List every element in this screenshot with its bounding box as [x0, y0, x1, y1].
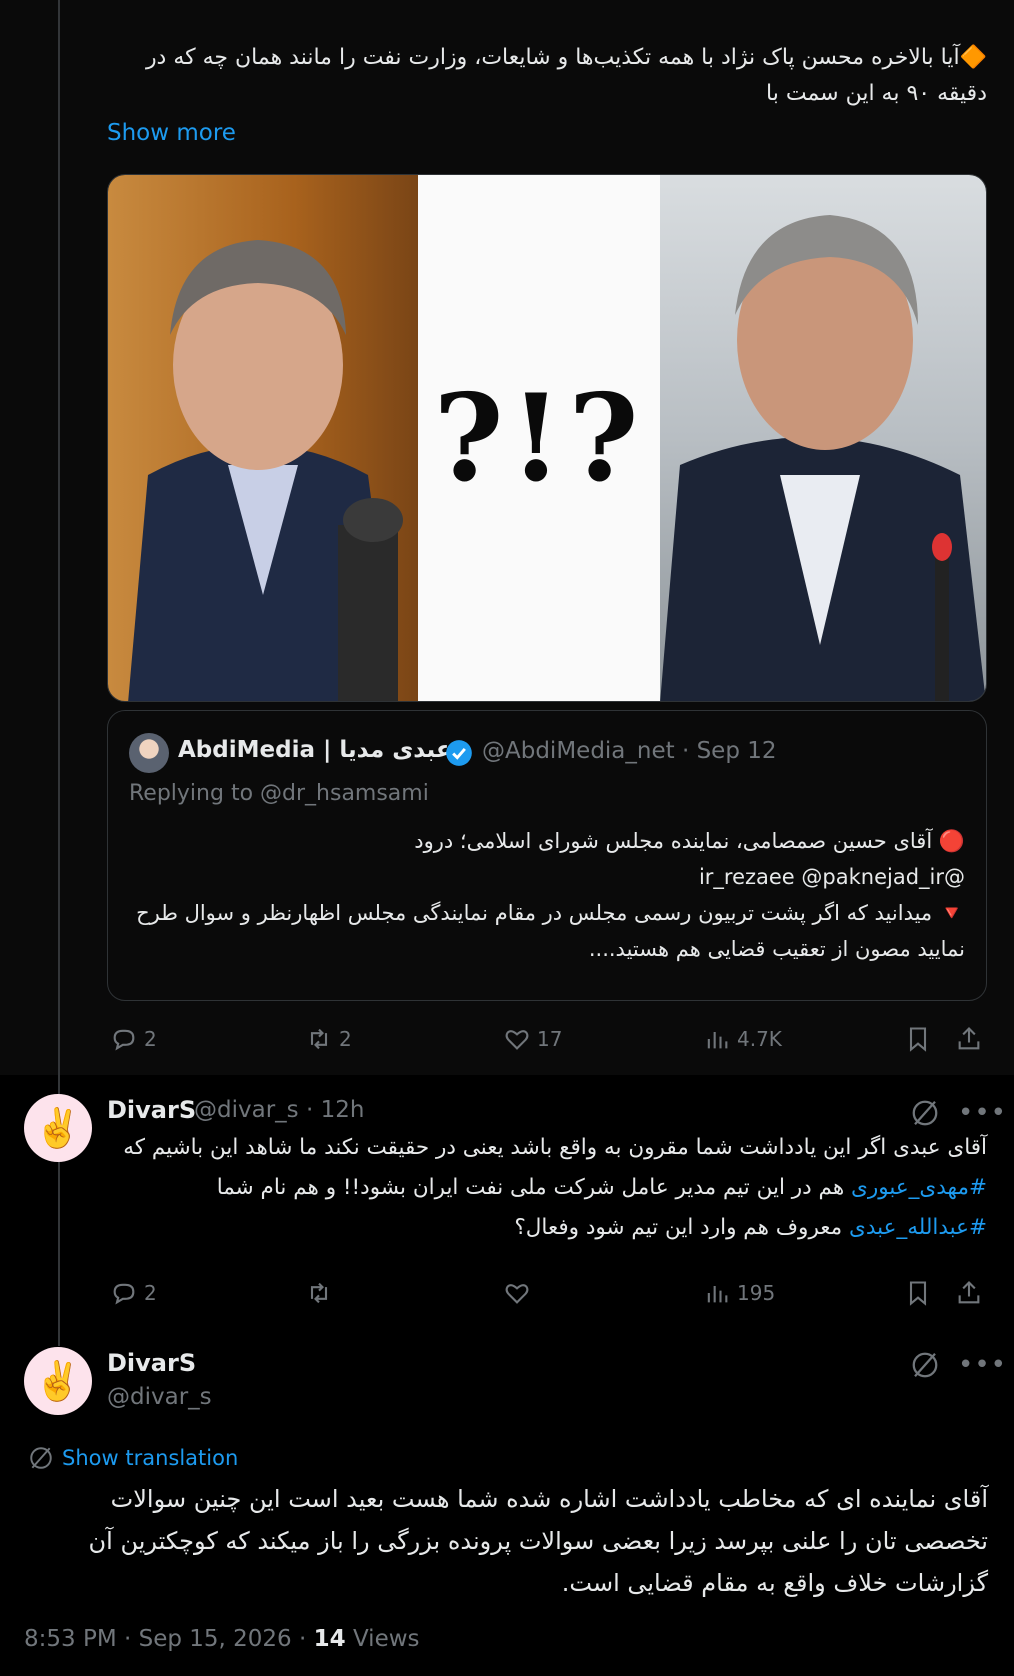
- text-segment: هم در این تیم مدیر عامل شرکت ملی نفت ایر…: [216, 1175, 852, 1200]
- reply-button[interactable]: 2: [110, 1021, 157, 1057]
- views-icon: [707, 1032, 728, 1049]
- quoted-tweet-card[interactable]: AbdiMedia | عبدی مدیا @AbdiMedia_net · S…: [107, 710, 987, 1001]
- hashtag-link[interactable]: #عبدالله_عبدی: [849, 1215, 987, 1240]
- main-tweet-text: آقای نماینده ای که مخاطب یادداشت اشاره ش…: [88, 1485, 988, 1597]
- punctuation-panel: ?!?: [418, 175, 660, 701]
- quote-line: 🔻 میدانید که اگر پشت تربیون رسمی مجلس در…: [136, 901, 965, 961]
- punctuation-text: ?!?: [433, 367, 645, 509]
- views-button[interactable]: 4.7K: [703, 1021, 782, 1057]
- replying-to: Replying to @dr_hsamsami: [129, 781, 429, 806]
- grok-icon[interactable]: [910, 1098, 940, 1128]
- share-icon: [958, 1027, 980, 1050]
- views-count: 195: [737, 1281, 776, 1305]
- reply-count: 2: [144, 1281, 157, 1305]
- portrait-photo-right: [660, 175, 986, 701]
- tweet-text: 🔶آیا بالاخره محسن پاک نژاد با همه تکذیب‌…: [145, 45, 987, 106]
- repost-icon: [310, 1282, 328, 1304]
- quote-line: 🔴 آقای حسین صمصامی، نماینده مجلس شورای ا…: [414, 829, 965, 853]
- tweet-actions: 2 195: [107, 1275, 987, 1311]
- timestamp[interactable]: 8:53 PM · Sep 15, 2026 ·: [24, 1626, 314, 1652]
- reply-button[interactable]: 2: [110, 1275, 157, 1311]
- tweet-actions: 2 2 17 4.7K: [107, 1021, 987, 1057]
- thread-line: [58, 1156, 60, 1346]
- avatar[interactable]: ✌️: [24, 1347, 92, 1415]
- views-count: 14: [313, 1626, 346, 1652]
- repost-count: 2: [339, 1027, 352, 1051]
- share-icon: [958, 1281, 980, 1304]
- quote-author-handle[interactable]: @AbdiMedia_net · Sep 12: [482, 738, 777, 764]
- thread-line: [58, 0, 60, 1115]
- text-segment: آقای عبدی اگر این یادداشت شما مقرون به و…: [123, 1135, 987, 1160]
- tweet-metadata: 8:53 PM · Sep 15, 2026 · 14 Views: [24, 1626, 420, 1652]
- avatar[interactable]: ✌️: [24, 1094, 92, 1162]
- like-count: 17: [537, 1027, 563, 1051]
- views-icon: [707, 1286, 728, 1303]
- avatar[interactable]: [129, 733, 169, 773]
- quote-mentions[interactable]: @ir_rezaee @paknejad_ir: [129, 859, 965, 895]
- like-button[interactable]: [503, 1275, 531, 1311]
- show-translation-link[interactable]: Show translation: [28, 1445, 238, 1471]
- repost-button[interactable]: 2: [305, 1021, 352, 1057]
- quote-text: 🔴 آقای حسین صمصامی، نماینده مجلس شورای ا…: [129, 823, 965, 967]
- bookmark-button[interactable]: [904, 1275, 932, 1311]
- more-icon[interactable]: •••: [958, 1350, 1007, 1380]
- author-name[interactable]: DivarS: [107, 1096, 196, 1124]
- reply-tweet-text: آقای عبدی اگر این یادداشت شما مقرون به و…: [107, 1128, 987, 1248]
- like-icon: [505, 1030, 529, 1050]
- share-button[interactable]: [955, 1021, 983, 1057]
- reply-icon: [113, 1029, 135, 1051]
- tweet-media-image[interactable]: ?!?: [107, 174, 987, 702]
- hashtag-link[interactable]: #مهدی_عبوری: [851, 1175, 987, 1200]
- translate-icon: [30, 1447, 52, 1469]
- portrait-photo-left: [108, 175, 418, 701]
- like-icon: [505, 1284, 529, 1304]
- bookmark-button[interactable]: [904, 1021, 932, 1057]
- author-handle[interactable]: @divar_s · 12h: [194, 1097, 364, 1123]
- show-more-link[interactable]: Show more: [107, 120, 236, 146]
- views-label: Views: [345, 1626, 420, 1652]
- grok-icon[interactable]: [910, 1350, 940, 1380]
- like-button[interactable]: 17: [503, 1021, 562, 1057]
- views-button[interactable]: 195: [703, 1275, 775, 1311]
- reply-icon: [113, 1283, 135, 1305]
- verified-icon: [446, 740, 472, 766]
- show-translation-label[interactable]: Show translation: [62, 1446, 238, 1470]
- text-segment: معروف هم وارد این تیم شود وفعال؟: [514, 1215, 850, 1240]
- share-button[interactable]: [955, 1275, 983, 1311]
- repost-button[interactable]: [305, 1275, 333, 1311]
- author-handle[interactable]: @divar_s: [107, 1384, 212, 1410]
- bookmark-icon: [909, 1027, 927, 1052]
- quote-author-name[interactable]: AbdiMedia | عبدی مدیا: [178, 737, 452, 763]
- bookmark-icon: [909, 1281, 927, 1306]
- views-count: 4.7K: [737, 1027, 782, 1051]
- reply-count: 2: [144, 1027, 157, 1051]
- author-name[interactable]: DivarS: [107, 1349, 196, 1377]
- repost-icon: [310, 1028, 328, 1050]
- more-icon[interactable]: •••: [958, 1098, 1007, 1128]
